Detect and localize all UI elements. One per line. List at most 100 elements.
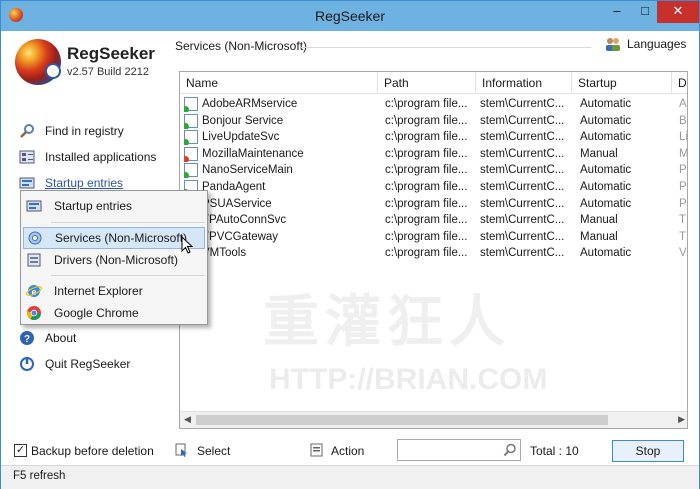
minimize-button[interactable]: – (603, 1, 631, 23)
service-icon (184, 146, 198, 162)
service-icon (184, 113, 198, 129)
action-button[interactable]: Action (331, 444, 364, 458)
service-name: LiveUpdateSvc (202, 131, 280, 144)
stop-button[interactable]: Stop (612, 440, 684, 462)
close-button[interactable]: ✕ (657, 1, 699, 23)
cell-name: MozillaMaintenance (184, 146, 374, 162)
menu-item-label: Internet Explorer (54, 284, 143, 298)
menu-separator (51, 275, 205, 276)
column-header-startup[interactable]: Startup (572, 72, 672, 94)
cell-description: Bo (679, 114, 687, 127)
menu-item-services[interactable]: Services (Non-Microsoft) (23, 227, 205, 249)
app-window: RegSeeker – □ ✕ RegSeeker v2.57 Build 22… (0, 0, 700, 489)
menu-item-internet-explorer[interactable]: e Internet Explorer (23, 280, 205, 302)
column-header-information[interactable]: Information (476, 72, 572, 94)
column-header-description[interactable]: D (672, 72, 687, 94)
service-name: PSUAService (202, 197, 272, 210)
service-name: Bonjour Service (202, 114, 284, 127)
sidebar-item-find-in-registry[interactable]: Find in registry (19, 122, 124, 140)
cell-description: Ad (679, 98, 687, 110)
header-divider (301, 47, 591, 48)
service-name: TPVCGateway (202, 230, 279, 243)
table-row[interactable]: AdobeARMservice c:\program file... stem\Cu… (180, 96, 687, 113)
column-header-path[interactable]: Path (378, 72, 476, 94)
table-row[interactable]: Bonjour Service c:\program file... stem\Cu… (180, 113, 687, 130)
startup-icon (19, 175, 35, 191)
menu-item-startup-entries[interactable]: Startup entries (23, 195, 205, 217)
cell-name: Bonjour Service (184, 113, 374, 129)
cell-path: c:\program file... (385, 147, 468, 160)
menu-item-drivers[interactable]: Drivers (Non-Microsoft) (23, 249, 205, 271)
table-header: Name Path Information Startup D (180, 72, 687, 94)
table-row[interactable]: PandaAgent c:\program file... stem\Current… (180, 179, 687, 196)
table-row[interactable]: TPVCGateway c:\program file... stem\Curren… (180, 229, 687, 246)
cell-startup: Automatic (580, 114, 632, 127)
window-title: RegSeeker (314, 8, 386, 24)
service-name: TPAutoConnSvc (202, 214, 287, 227)
backup-label: Backup before deletion (31, 444, 154, 458)
total-count: Total : 10 (530, 444, 579, 458)
sidebar-item-label: Installed applications (45, 150, 157, 164)
service-name: NanoServiceMain (202, 164, 293, 177)
app-name: RegSeeker (67, 44, 155, 63)
column-header-name[interactable]: Name (180, 72, 378, 94)
cell-path: c:\program file... (385, 98, 468, 110)
service-icon (184, 97, 198, 112)
startup-icon (26, 198, 42, 214)
bottom-toolbar: ✓ Backup before deletion Select Action T… (1, 435, 699, 465)
cell-startup: Manual (580, 230, 618, 243)
service-name: PandaAgent (202, 181, 266, 193)
table-row[interactable]: PSUAService c:\program file... stem\Curren… (180, 196, 687, 213)
sidebar-item-installed-applications[interactable]: Installed applications (19, 148, 156, 166)
maximize-button[interactable]: □ (631, 1, 659, 23)
select-icon[interactable] (175, 443, 189, 457)
cell-information: stem\CurrentC... (480, 147, 565, 160)
cell-description: TF (679, 230, 687, 243)
cell-information: stem\CurrentC... (480, 131, 565, 144)
table-row[interactable]: VMTools c:\program file... stem\CurrentC..… (180, 245, 687, 262)
table-row[interactable]: MozillaMaintenance c:\program file... stem… (180, 146, 687, 163)
app-logo-icon (15, 39, 61, 85)
startup-popup-menu: Startup entries Services (Non-Microsoft)… (20, 190, 208, 325)
search-input[interactable] (397, 439, 521, 461)
cell-description: TF (679, 214, 687, 227)
sidebar-item-about[interactable]: ? About (19, 329, 76, 347)
cell-description: Pa (679, 181, 687, 193)
svg-text:?: ? (24, 334, 30, 345)
cell-startup: Automatic (580, 197, 632, 210)
scroll-left-icon[interactable]: ◀ (184, 414, 191, 425)
cell-startup: Automatic (580, 247, 632, 260)
table-row[interactable]: TPAutoConnSvc c:\program file... stem\Curr… (180, 212, 687, 229)
languages-label: Languages (627, 37, 687, 51)
sidebar-item-quit[interactable]: Quit RegSeeker (19, 355, 130, 373)
quit-icon (19, 356, 35, 372)
title-bar: RegSeeker – □ ✕ (1, 1, 699, 31)
menu-separator (51, 222, 205, 223)
languages-button[interactable]: Languages (604, 37, 686, 51)
sidebar-item-label: Find in registry (45, 124, 124, 138)
cell-name: TPVCGateway (184, 229, 374, 245)
cell-name: PSUAService (184, 196, 374, 212)
cell-description: Pa (679, 197, 687, 210)
table-row[interactable]: NanoServiceMain c:\program file... stem\Cu… (180, 162, 687, 179)
sidebar-item-label: Quit RegSeeker (45, 357, 131, 371)
menu-item-google-chrome[interactable]: Google Chrome (23, 302, 205, 324)
select-button[interactable]: Select (197, 444, 230, 458)
cell-name: AdobeARMservice (184, 96, 374, 112)
scrollbar-thumb[interactable] (196, 415, 608, 425)
action-icon[interactable] (310, 443, 324, 457)
google-chrome-icon (26, 305, 42, 321)
app-version: v2.57 Build 2212 (67, 66, 149, 78)
table-row[interactable]: LiveUpdateSvc c:\program file... stem\Curr… (180, 129, 687, 146)
search-icon[interactable] (503, 443, 517, 460)
cell-name: TPAutoConnSvc (184, 212, 374, 229)
cell-name: LiveUpdateSvc (184, 129, 374, 146)
cell-startup: Manual (580, 147, 618, 160)
horizontal-scrollbar[interactable]: ◀ ▶ (180, 411, 687, 428)
backup-checkbox[interactable]: ✓ (14, 444, 27, 457)
service-name: VMTools (202, 247, 247, 260)
cell-startup: Automatic (580, 131, 632, 144)
scroll-right-icon[interactable]: ▶ (678, 414, 685, 425)
internet-explorer-icon: e (26, 283, 42, 299)
cell-information: stem\CurrentC... (480, 214, 565, 227)
